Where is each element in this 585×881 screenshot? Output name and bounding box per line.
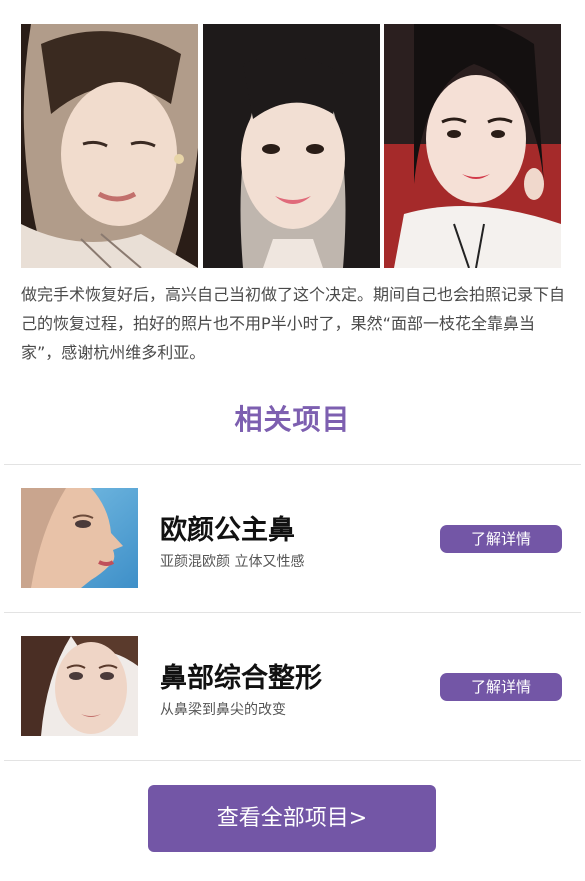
face-portrait-photo <box>21 636 138 736</box>
portrait-photo-smiling <box>202 24 380 268</box>
testimonial-text: 做完手术恢复好后，高兴自己当初做了这个决定。期间自己也会拍照记录下自己的恢复过程… <box>21 285 566 362</box>
project-item-oulian-nose[interactable]: 欧颜公主鼻 亚颜混欧颜 立体又性感 了解详情 <box>0 488 585 598</box>
profile-face-photo <box>21 488 138 588</box>
photo-strip <box>21 24 561 268</box>
project-thumbnail[interactable] <box>21 488 138 588</box>
project-desc: 亚颜混欧颜 立体又性感 <box>160 554 305 570</box>
section-title-related-projects: 相关项目 <box>234 403 351 436</box>
project-name[interactable]: 鼻部综合整形 <box>160 656 322 695</box>
detail-button[interactable]: 了解详情 <box>440 525 562 553</box>
portrait-photo-closed-eyes <box>21 24 198 268</box>
portrait-photo-1 <box>21 24 198 268</box>
view-all-projects-button[interactable]: 查看全部项目> <box>148 785 436 852</box>
divider <box>4 760 581 761</box>
divider <box>4 612 581 613</box>
project-name[interactable]: 欧颜公主鼻 <box>160 508 295 547</box>
portrait-photo-2 <box>202 24 380 268</box>
project-thumbnail[interactable] <box>21 636 138 736</box>
portrait-photo-selfie <box>384 24 561 268</box>
divider <box>4 464 581 465</box>
detail-button[interactable]: 了解详情 <box>440 673 562 701</box>
project-desc: 从鼻梁到鼻尖的改变 <box>160 702 286 718</box>
project-item-nose-comprehensive[interactable]: 鼻部综合整形 从鼻梁到鼻尖的改变 了解详情 <box>0 636 585 746</box>
portrait-photo-3 <box>384 24 561 268</box>
